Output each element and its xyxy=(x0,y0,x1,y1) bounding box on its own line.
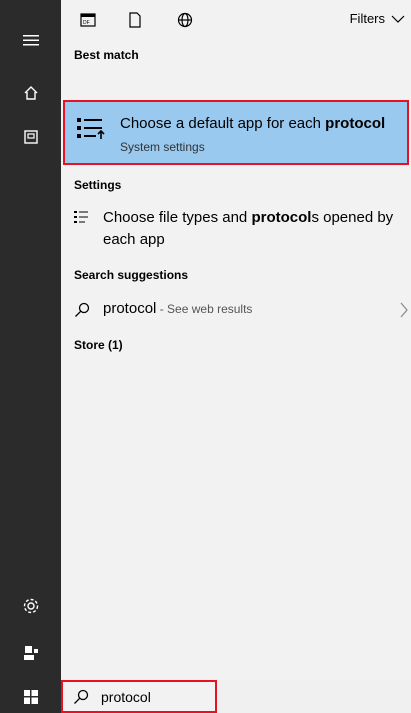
list-icon xyxy=(74,211,88,223)
store-heading: Store (1) xyxy=(74,338,123,352)
taskbar-search-value: protocol xyxy=(101,688,151,705)
globe-icon[interactable] xyxy=(175,10,195,30)
home-icon[interactable] xyxy=(0,73,61,113)
document-icon[interactable] xyxy=(125,10,145,30)
settings-heading: Settings xyxy=(74,178,122,192)
document-icon[interactable] xyxy=(0,117,61,157)
default-apps-icon xyxy=(77,118,105,139)
settings-result-bold: protocol xyxy=(251,209,312,226)
web-suggestion-suffix: - See web results xyxy=(156,302,253,316)
best-match-title: Choose a default app for each protocol xyxy=(120,115,385,132)
user-icon[interactable] xyxy=(0,633,61,673)
result-type-bar: DF Filters xyxy=(61,0,411,40)
filters-label: Filters xyxy=(349,11,385,26)
search-results-panel: DF Filters Best match Choose a default a… xyxy=(61,0,411,680)
best-match-heading: Best match xyxy=(74,48,139,62)
search-icon xyxy=(74,689,89,704)
taskbar-search-box[interactable]: protocol xyxy=(61,680,217,713)
start-menu-rail xyxy=(0,0,61,713)
taskbar: protocol xyxy=(0,680,411,713)
best-match-result[interactable]: Choose a default app for each protocol S… xyxy=(63,100,409,165)
settings-result-line2: each app xyxy=(103,231,165,248)
settings-result-pre: Choose file types and xyxy=(103,209,252,226)
filters-button[interactable]: Filters xyxy=(350,11,405,26)
hamburger-icon[interactable] xyxy=(0,20,61,60)
search-icon xyxy=(75,302,90,317)
settings-icon[interactable] xyxy=(0,586,61,626)
svg-text:DF: DF xyxy=(83,20,90,26)
windows-icon[interactable] xyxy=(0,680,61,713)
best-match-title-text: Choose a default app for each xyxy=(120,115,326,132)
settings-result-text: Choose file types and protocols opened b… xyxy=(103,207,411,251)
apps-icon[interactable]: DF xyxy=(78,10,98,30)
web-suggestion-result[interactable]: protocol - See web results xyxy=(74,300,409,324)
web-suggestion-query: protocol xyxy=(103,300,157,317)
best-match-subtitle: System settings xyxy=(120,140,205,154)
chevron-right-icon xyxy=(400,302,408,318)
settings-result-post: s opened by xyxy=(311,209,394,226)
chevron-down-icon xyxy=(391,15,405,23)
web-suggestion-text: protocol - See web results xyxy=(103,300,252,317)
best-match-title-bold: protocol xyxy=(325,115,386,132)
search-suggestions-heading: Search suggestions xyxy=(74,268,189,282)
